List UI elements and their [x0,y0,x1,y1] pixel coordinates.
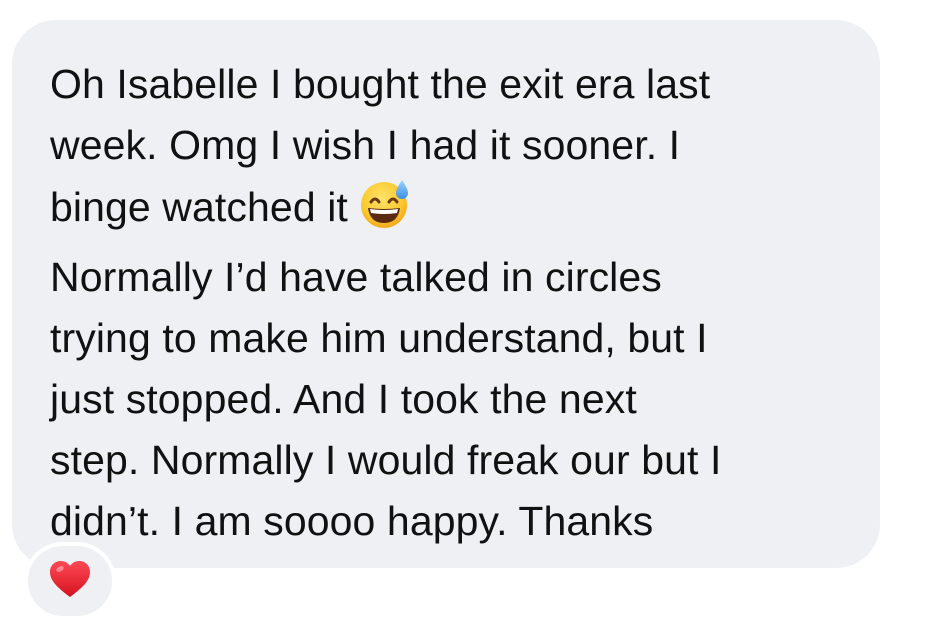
message-line: Oh Isabelle I bought the exit era last [50,61,711,107]
message-line: didn’t. I am soooo happy. Thanks [50,498,654,544]
red-heart-icon [48,559,92,604]
grinning-face-with-sweat-icon [358,176,412,247]
message-line: just stopped. And I took the next [50,376,637,422]
message-line: step. Normally I would freak our but I [50,437,722,483]
message-line: binge watched it [50,176,840,247]
reaction-badge[interactable] [24,542,116,620]
message-line: trying to make him understand, but I [50,315,708,361]
message-line: week. Omg I wish I had it sooner. I [50,122,681,168]
message-line: Normally I’d have talked in circles [50,254,662,300]
message-screenshot: Oh Isabelle I bought the exit era last w… [0,0,932,620]
message-text: Oh Isabelle I bought the exit era last w… [50,54,840,552]
message-bubble[interactable]: Oh Isabelle I bought the exit era last w… [12,20,880,568]
message-line-text: binge watched it [50,184,348,230]
